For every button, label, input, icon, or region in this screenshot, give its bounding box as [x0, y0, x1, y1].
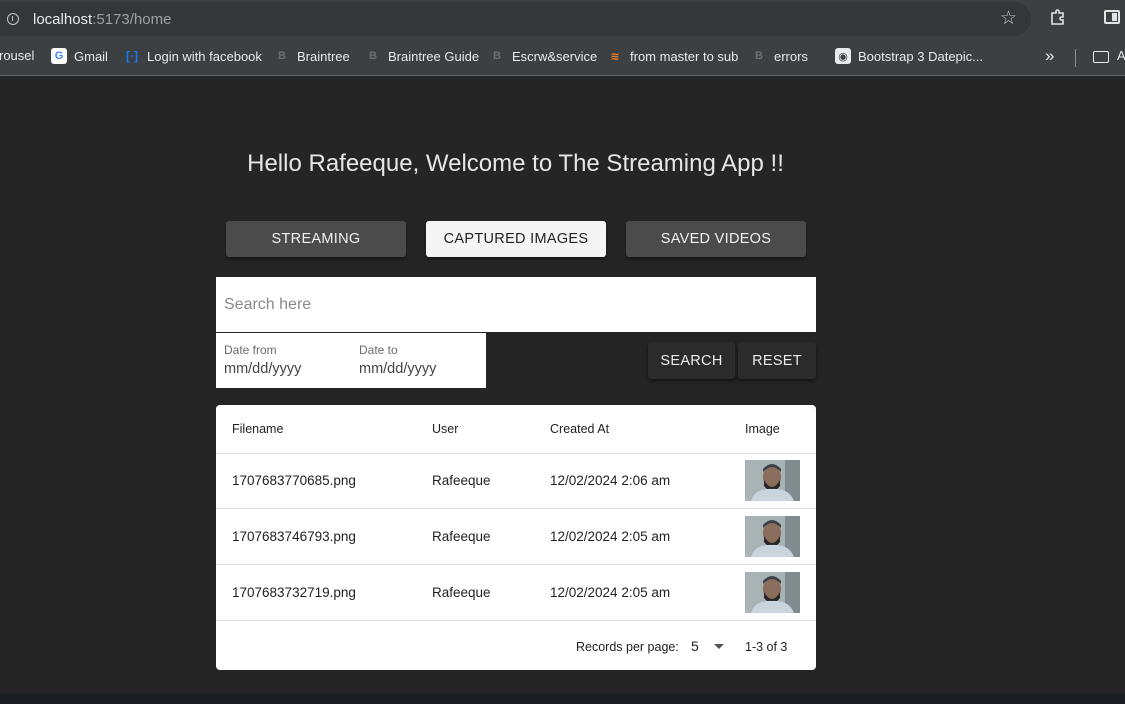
records-per-page-value: 5	[691, 638, 699, 654]
bookmark-label: Bootstrap 3 Datepic...	[858, 48, 984, 64]
tab-saved-videos[interactable]: SAVED VIDEOS	[626, 221, 806, 257]
date-to-label: Date to	[359, 343, 398, 357]
google-icon: G	[51, 48, 67, 64]
search-button[interactable]: SEARCH	[648, 342, 735, 379]
bookmark-login-facebook[interactable]: [·] Login with facebook	[124, 48, 262, 64]
site-info-icon[interactable]	[7, 13, 19, 25]
b-icon: B	[755, 50, 763, 62]
address-bar[interactable]: localhost:5173/home ☆	[0, 2, 1031, 36]
column-header-user[interactable]: User	[432, 422, 458, 436]
bookmark-b-errors[interactable]: Berrors	[751, 48, 808, 64]
column-header-image[interactable]: Image	[745, 422, 780, 436]
reset-button[interactable]: RESET	[738, 342, 816, 379]
bookmark-braintree-guide[interactable]: B Braintree Guide	[365, 48, 479, 64]
image-thumbnail[interactable]	[745, 460, 800, 501]
records-per-page-select[interactable]: 5	[691, 638, 724, 654]
tab-captured-images[interactable]: CAPTURED IMAGES	[426, 221, 606, 257]
bookmark-bootstrap-datepicker[interactable]: ◉ Bootstrap 3 Datepic...	[835, 48, 983, 64]
extensions-icon[interactable]	[1049, 8, 1067, 26]
bookmarks-divider	[1075, 49, 1076, 67]
pagination-range: 1-3 of 3	[745, 640, 788, 654]
column-header-filename[interactable]: Filename	[232, 422, 283, 436]
bookmark-master-to-sub[interactable]: ≋ from master to sub	[607, 48, 738, 64]
url-path: :5173/home	[92, 11, 172, 28]
facebook-icon: [·]	[126, 49, 138, 63]
column-header-created-at[interactable]: Created At	[550, 422, 609, 436]
table-row[interactable]: 1707683732719.png Rafeeque 12/02/2024 2:…	[216, 565, 816, 621]
stackoverflow-icon: ≋	[610, 50, 620, 63]
cell-filename: 1707683770685.png	[232, 473, 356, 488]
bookmark-label: Login with facebook	[147, 48, 262, 64]
table-row[interactable]: 1707683746793.png Rafeeque 12/02/2024 2:…	[216, 509, 816, 565]
search-field	[216, 277, 816, 332]
welcome-heading: Hello Rafeeque, Welcome to The Streaming…	[247, 150, 784, 177]
date-range-filter: Date from mm/dd/yyyy Date to mm/dd/yyyy	[216, 333, 486, 388]
table-row[interactable]: 1707683770685.png Rafeeque 12/02/2024 2:…	[216, 453, 816, 509]
date-from-input[interactable]: mm/dd/yyyy	[224, 361, 301, 377]
cell-created-at: 12/02/2024 2:05 am	[550, 585, 671, 600]
bookmark-star-icon[interactable]: ☆	[1000, 7, 1017, 30]
os-taskbar	[0, 694, 1125, 704]
bookmark-label: errors	[774, 48, 808, 64]
bookmark-label: Braintree	[297, 48, 350, 64]
cell-created-at: 12/02/2024 2:05 am	[550, 529, 671, 544]
captured-images-table: Filename User Created At Image 170768377…	[216, 405, 816, 670]
date-to-field[interactable]: Date to mm/dd/yyyy	[359, 333, 479, 388]
bookmark-braintree[interactable]: B Braintree	[274, 48, 350, 64]
bookmarks-bar: rousel G Gmail [·] Login with facebook B Br…	[0, 40, 1125, 76]
bookmark-label: Gmail	[74, 48, 108, 64]
bookmark-folder-label[interactable]: A	[1117, 48, 1125, 63]
cell-created-at: 12/02/2024 2:06 am	[550, 473, 671, 488]
url-host: localhost	[33, 11, 93, 28]
folder-icon[interactable]	[1093, 51, 1109, 63]
more-bookmarks-icon[interactable]: »	[1045, 46, 1054, 66]
tab-streaming[interactable]: STREAMING	[226, 221, 406, 257]
date-from-field[interactable]: Date from mm/dd/yyyy	[224, 333, 344, 388]
date-to-input[interactable]: mm/dd/yyyy	[359, 361, 436, 377]
image-thumbnail[interactable]	[745, 516, 800, 557]
bookmark-carousel[interactable]: rousel	[0, 48, 34, 63]
bookmark-label: rousel	[0, 48, 35, 63]
bookmark-escrw-service[interactable]: B Escrw&service	[489, 48, 597, 64]
bookmark-gmail[interactable]: G Gmail	[51, 48, 108, 64]
url-text[interactable]: localhost:5173/home	[33, 11, 171, 28]
chevron-down-icon	[713, 643, 724, 649]
b-icon: B	[278, 50, 286, 62]
date-from-label: Date from	[224, 343, 277, 357]
globe-icon: ◉	[835, 48, 851, 64]
cell-filename: 1707683746793.png	[232, 529, 356, 544]
side-panel-icon[interactable]	[1104, 10, 1120, 24]
cell-user: Rafeeque	[432, 473, 491, 488]
browser-toolbar: localhost:5173/home ☆	[0, 0, 1125, 40]
b-icon: B	[493, 50, 501, 62]
table-header: Filename User Created At Image	[216, 405, 816, 454]
bookmark-label: from master to sub	[630, 48, 739, 64]
cell-filename: 1707683732719.png	[232, 585, 356, 600]
cell-user: Rafeeque	[432, 585, 491, 600]
b-icon: B	[369, 50, 377, 62]
records-per-page-label: Records per page:	[576, 640, 679, 654]
bookmark-label: Escrw&service	[512, 48, 598, 64]
bookmark-label: Braintree Guide	[388, 48, 480, 64]
search-input[interactable]	[216, 277, 816, 332]
image-thumbnail[interactable]	[745, 572, 800, 613]
cell-user: Rafeeque	[432, 529, 491, 544]
